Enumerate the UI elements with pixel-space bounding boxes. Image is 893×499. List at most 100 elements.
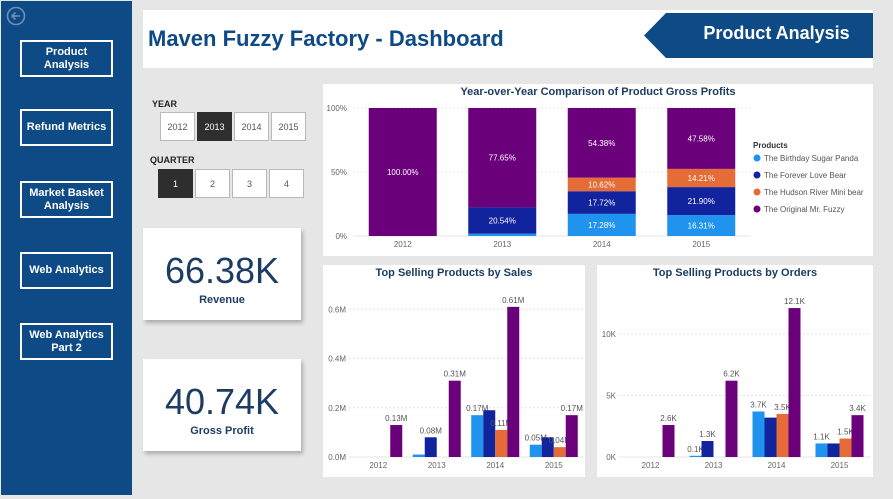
legend-title: Products [753, 141, 788, 150]
bar [553, 447, 566, 457]
bar [565, 415, 578, 457]
x-tick-label: 2015 [692, 240, 710, 249]
y-tick-label: 0.6M [328, 305, 346, 314]
legend-marker [753, 154, 761, 162]
bar [689, 455, 702, 457]
bar [662, 425, 675, 457]
y-tick-label: 0.0M [328, 453, 346, 462]
bar [776, 413, 789, 457]
data-label: 77.65% [489, 154, 516, 163]
data-label: 2.6K [660, 414, 677, 423]
gross-profit-value: 40.74K [164, 381, 280, 422]
bar [725, 380, 738, 457]
page-banner: Product Analysis [644, 13, 873, 58]
bar [815, 443, 828, 457]
bar [839, 438, 852, 457]
revenue-label: Revenue [199, 294, 245, 306]
legend-label: The Forever Love Bear [764, 171, 847, 180]
nav-web-analytics-part-2-button[interactable]: Web Analytics Part 2 [20, 323, 113, 360]
revenue-value: 66.38K [164, 250, 280, 291]
orders-by-product-chart: Top Selling Products by Orders 0K 5K 10K 2.… [597, 265, 873, 477]
data-label: 0.08M [420, 426, 443, 435]
y-tick-label: 0.4M [328, 355, 346, 364]
legend-marker [753, 171, 761, 179]
x-tick-label: 2013 [428, 461, 446, 470]
gross-profit-kpi-card: 40.74K Gross Profit [143, 359, 301, 451]
data-label: 3.4K [849, 404, 866, 413]
sales-by-product-plot: 0.0M 0.2M 0.4M 0.6M 0.13M 2012 0.08M 0.31M 2013 0… [328, 296, 584, 470]
x-tick-label: 2012 [369, 461, 387, 470]
x-tick-label: 2014 [768, 461, 786, 470]
bar [788, 308, 801, 457]
bar [827, 443, 840, 457]
gross-profit-yoy-chart: Year-over-Year Comparison of Product Gro… [323, 84, 873, 256]
year-option-2013[interactable]: 2013 [197, 112, 232, 141]
page-title: Maven Fuzzy Factory - Dashboard [148, 26, 504, 51]
circle-arrow-left-icon[interactable] [6, 6, 26, 26]
quarter-option-1[interactable]: 1 [158, 169, 193, 198]
quarter-option-2[interactable]: 2 [195, 169, 230, 198]
data-label: 14.21% [688, 174, 715, 183]
quarter-slicer-label: QUARTER [150, 155, 195, 165]
bar [507, 306, 520, 457]
bar [424, 437, 437, 457]
data-label: 1.1K [813, 432, 830, 441]
bar [701, 441, 714, 457]
bar-segment [468, 233, 537, 236]
quarter-option-4[interactable]: 4 [269, 169, 304, 198]
bar [752, 411, 765, 457]
nav-refund-metrics-button[interactable]: Refund Metrics [20, 109, 113, 146]
x-tick-label: 2012 [394, 240, 412, 249]
bar [483, 410, 496, 457]
x-tick-label: 2013 [493, 240, 511, 249]
sales-by-product-chart: Top Selling Products by Sales 0.0M 0.2M 0.… [323, 265, 585, 477]
x-tick-label: 2012 [642, 461, 660, 470]
data-label: 100.00% [387, 168, 419, 177]
legend-label: The Birthday Sugar Panda [764, 154, 859, 163]
data-label: 0.17M [561, 404, 584, 413]
y-tick-label: 10K [602, 330, 617, 339]
data-label: 0.31M [444, 370, 467, 379]
data-label: 20.54% [489, 217, 516, 226]
quarter-option-3[interactable]: 3 [232, 169, 267, 198]
nav-product-analysis-button[interactable]: Product Analysis [20, 40, 113, 77]
year-option-2012[interactable]: 2012 [160, 112, 195, 141]
data-label: 17.28% [588, 221, 615, 230]
nav-market-basket-analysis-button[interactable]: Market Basket Analysis [20, 181, 113, 218]
data-label: 12.1K [784, 297, 806, 306]
y-tick-label: 0K [606, 453, 616, 462]
bar [390, 425, 403, 457]
year-option-2015[interactable]: 2015 [271, 112, 306, 141]
data-label: 21.90% [688, 197, 715, 206]
data-label: 6.2K [723, 370, 740, 379]
data-label: 16.31% [688, 222, 715, 231]
y-tick-label: 0% [335, 232, 347, 241]
legend-marker [753, 188, 761, 196]
legend-label: The Original Mr. Fuzzy [764, 205, 844, 214]
data-label: 54.38% [588, 139, 615, 148]
x-tick-label: 2015 [831, 461, 849, 470]
gross-profit-label: Gross Profit [190, 425, 254, 437]
data-label: 10.62% [588, 180, 615, 189]
bar [764, 417, 777, 457]
y-tick-label: 5K [606, 391, 616, 400]
data-label: 47.58% [688, 134, 715, 143]
data-label: 17.72% [588, 199, 615, 208]
x-tick-label: 2014 [486, 461, 504, 470]
bar [471, 415, 484, 457]
bar [495, 429, 508, 457]
x-tick-label: 2014 [593, 240, 611, 249]
x-tick-label: 2015 [545, 461, 563, 470]
year-option-2014[interactable]: 2014 [234, 112, 269, 141]
data-label: 0.13M [385, 414, 408, 423]
revenue-kpi-card: 66.38K Revenue [143, 228, 301, 320]
bar [448, 380, 461, 457]
orders-by-product-plot: 0K5K10K2.6K20120.1K1.3K6.2K20133.7K 3.5K1… [602, 297, 871, 470]
bar [851, 415, 864, 457]
data-label: 0.61M [502, 296, 525, 305]
nav-web-analytics-button[interactable]: Web Analytics [20, 252, 113, 289]
y-tick-label: 100% [327, 104, 347, 113]
data-label: 1.3K [699, 430, 716, 439]
gross-profit-yoy-plot: 0% 50% 100% 100.00% 2012 20.54% 77.65% 2013 17.2… [327, 104, 864, 249]
sidebar: Product Analysis Refund Metrics Market B… [1, 1, 132, 495]
